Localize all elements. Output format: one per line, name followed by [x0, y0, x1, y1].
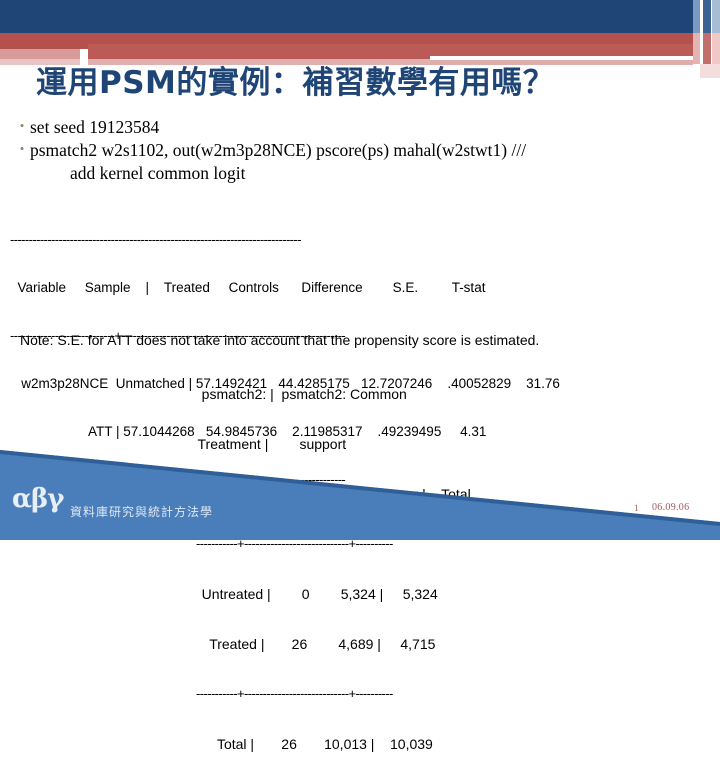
banner-fade-corner — [700, 64, 720, 78]
bullet-item-2: • psmatch2 w2s1102, out(w2m3p28NCE) psco… — [14, 139, 714, 162]
bullet-item-1: • set seed 19123584 — [14, 116, 714, 139]
table-row: Untreated | 0 5,324 | 5,324 — [190, 586, 438, 602]
banner-red-stripe-1 — [693, 33, 700, 64]
psmatch-header-row: Variable Sample | Treated Controls Diffe… — [10, 280, 486, 295]
bullet-text-2: psmatch2 w2s1102, out(w2m3p28NCE) pscore… — [30, 140, 527, 161]
organization-logo: αβγ — [12, 484, 64, 514]
slide-title: 運用PSM的實例：補習數學有用嗎？ — [36, 65, 555, 101]
psmatch-rule-top: ----------------------------------------… — [10, 232, 301, 247]
slide-top-banner — [0, 0, 720, 78]
table-row-total: Total | 26 10,013 | 10,039 — [190, 736, 433, 752]
slide-date: 06.09.06 — [652, 502, 690, 513]
crosstab-header-line-3: assignment | Off suppo On suppor | Total — [190, 486, 471, 502]
bullet-dot-icon: • — [19, 118, 25, 133]
crosstab-rule-top: -----------+----------------------------… — [190, 536, 393, 551]
crosstab-header-line-1: psmatch2: | psmatch2: Common — [190, 386, 407, 402]
crosstab-rule-bottom: -----------+----------------------------… — [190, 686, 393, 701]
bullet-text-2-continuation: add kernel common logit — [70, 163, 246, 184]
crosstab-header-line-2: Treatment | support — [190, 436, 347, 452]
banner-red-accent-left — [0, 49, 80, 59]
banner-red-stripe-2 — [703, 33, 711, 64]
bullet-text-1: set seed 19123584 — [30, 117, 160, 137]
banner-red-stripe-3 — [712, 33, 720, 64]
common-support-crosstab: psmatch2: | psmatch2: Common Treatment |… — [190, 359, 471, 773]
organization-name: 資料庫研究與統計方法學 — [70, 505, 214, 519]
table-row: Treated | 26 4,689 | 4,715 — [190, 636, 436, 652]
slide-number: 1 — [634, 503, 639, 513]
banner-navy-band — [0, 0, 700, 33]
bullet-dot-icon: • — [19, 141, 25, 157]
psmatch-note: Note: S.E. for ATT does not take into ac… — [20, 332, 540, 348]
bullet-list: • set seed 19123584 • psmatch2 w2s1102, … — [14, 116, 714, 185]
